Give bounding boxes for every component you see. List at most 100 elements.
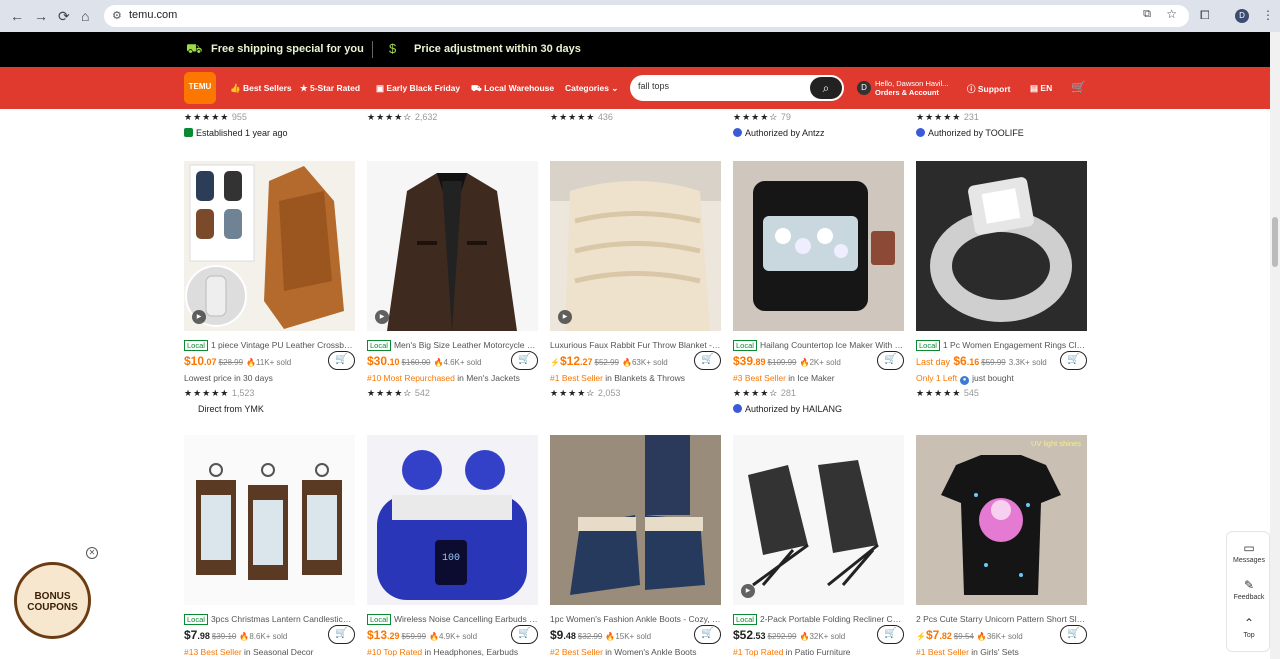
product-price: $7.98 $39.10 🔥8.6K+ sold	[184, 628, 287, 642]
authorized-line[interactable]: Authorized by HAILANG	[733, 404, 842, 414]
product-card[interactable]: 1pc Women's Fashion Ankle Boots - Cozy, …	[550, 435, 721, 657]
product-rank-line[interactable]: #13 Best Seller in Seasonal Decor	[184, 647, 355, 657]
add-to-cart-button[interactable]: 🛒	[694, 625, 721, 644]
site-info-icon[interactable]: ⚙	[112, 9, 122, 22]
add-to-cart-button[interactable]: 🛒	[511, 625, 538, 644]
product-card[interactable]: 100 Local Wireless Noise Cancelling Earbu…	[367, 435, 538, 657]
account-menu[interactable]: Hello, Dawson Havil... Orders & Account	[875, 79, 948, 97]
address-bar[interactable]: ⚙ temu.com ⧉ ☆	[104, 5, 1189, 27]
add-to-cart-button[interactable]: 🛒	[328, 625, 355, 644]
product-rank-line[interactable]: #1 Best Seller in Girls' Sets	[916, 647, 1087, 657]
original-price: $59.99	[401, 632, 427, 641]
product-title[interactable]: Local 1 piece Vintage PU Leather Crossbod…	[184, 340, 355, 351]
search-input[interactable]	[638, 81, 798, 91]
cart-plus-icon: 🛒	[884, 354, 897, 365]
price-main: $13	[367, 628, 388, 642]
scrollbar-thumb[interactable]	[1272, 217, 1278, 267]
free-shipping-text[interactable]: Free shipping special for you	[211, 43, 364, 55]
product-card[interactable]: Local 1 Pc Women Engagement Rings Classic…	[916, 161, 1087, 398]
support-label: Support	[977, 84, 1011, 94]
account-avatar[interactable]: D	[857, 81, 871, 95]
play-video-icon[interactable]: ▶	[558, 310, 572, 324]
product-title[interactable]: Luxurious Faux Rabbit Fur Throw Blanket …	[550, 340, 721, 350]
bonus-coupons-button[interactable]: BONUS COUPONS	[14, 562, 91, 639]
product-image-lanterns[interactable]	[184, 435, 355, 605]
product-rank-line[interactable]: #1 Top Rated in Patio Furniture	[733, 647, 904, 657]
nav-five-star[interactable]: ★ 5-Star Rated	[300, 83, 360, 94]
messages-button[interactable]: ▭ Messages	[1227, 541, 1271, 564]
bookmark-star-icon[interactable]: ☆	[1166, 7, 1177, 21]
store-established-note: Established 1 year ago	[184, 128, 288, 138]
ring-illustration	[916, 161, 1087, 331]
add-to-cart-button[interactable]: 🛒	[694, 351, 721, 370]
profile-avatar[interactable]: D	[1235, 9, 1249, 23]
product-rank-line[interactable]: #1 Best Seller in Blankets & Throws	[550, 373, 721, 383]
support-link[interactable]: ⓘ Support	[967, 83, 1010, 95]
product-title[interactable]: 2 Pcs Cute Starry Unicorn Pattern Short …	[916, 614, 1087, 624]
add-to-cart-button[interactable]: 🛒	[877, 625, 904, 644]
price-cents: .89	[753, 357, 766, 367]
product-title[interactable]: Local 1 Pc Women Engagement Rings Classic	[916, 340, 1087, 351]
product-title[interactable]: Local Hailang Countertop Ice Maker With H…	[733, 340, 904, 351]
nav-best-sellers[interactable]: 👍 Best Sellers	[230, 83, 292, 94]
product-image-leather-jacket[interactable]: ▶	[367, 161, 538, 331]
search-box[interactable]: ⌕	[630, 75, 844, 101]
nav-local-warehouse[interactable]: ⛟ Local Warehouse	[471, 83, 554, 95]
product-card[interactable]: Local Hailang Countertop Ice Maker With H…	[733, 161, 904, 414]
play-video-icon[interactable]: ▶	[741, 584, 755, 598]
rating-count: 79	[780, 112, 791, 122]
product-image-ice-maker[interactable]	[733, 161, 904, 331]
extensions-icon[interactable]: ⧠	[1200, 8, 1210, 23]
product-image-ring[interactable]	[916, 161, 1087, 331]
cart-icon[interactable]: 🛒	[1071, 80, 1086, 94]
scrollbar[interactable]	[1270, 32, 1280, 659]
product-image-earbuds[interactable]: 100	[367, 435, 538, 605]
add-to-cart-button[interactable]: 🛒	[1060, 625, 1087, 644]
blanket-illustration	[550, 161, 721, 331]
back-icon[interactable]: ←	[10, 8, 24, 24]
product-rank-line[interactable]: #10 Most Repurchased in Men's Jackets	[367, 373, 538, 383]
play-video-icon[interactable]: ▶	[375, 310, 389, 324]
product-card[interactable]: UV light shines 2 Pcs Cute Starry Unicor…	[916, 435, 1087, 657]
product-card[interactable]: ▶ Local Men's Big Size Leather Motorcycle…	[367, 161, 538, 398]
play-video-icon[interactable]: ▶	[192, 310, 206, 324]
home-icon[interactable]: ⌂	[81, 8, 89, 24]
product-image-unicorn-set[interactable]: UV light shines	[916, 435, 1087, 605]
language-selector[interactable]: ▤ EN	[1030, 83, 1052, 94]
product-card[interactable]: ▶ Local 2-Pack Portable Folding Recliner …	[733, 435, 904, 657]
product-rank-line[interactable]: #3 Best Seller in Ice Maker	[733, 373, 904, 383]
reload-icon[interactable]: ⟳	[58, 8, 70, 25]
menu-icon[interactable]: ⋮	[1262, 8, 1274, 22]
product-rank-line[interactable]: #2 Best Seller in Women's Ankle Boots	[550, 647, 721, 657]
back-to-top-button[interactable]: ⌃ Top	[1227, 616, 1271, 639]
price-cents: .07	[204, 357, 217, 367]
product-image-crossbody-bag[interactable]: ▶	[184, 161, 355, 331]
product-title[interactable]: Local 3pcs Christmas Lantern Candlestick …	[184, 614, 355, 625]
search-button[interactable]: ⌕	[810, 77, 842, 99]
product-title[interactable]: Local Wireless Noise Cancelling Earbuds w…	[367, 614, 538, 625]
product-title[interactable]: Local Men's Big Size Leather Motorcycle J…	[367, 340, 538, 351]
product-image-recliner-chairs[interactable]: ▶	[733, 435, 904, 605]
nav-early-black-friday[interactable]: ▣ Early Black Friday	[376, 83, 460, 94]
store-line[interactable]: Direct from YMK	[198, 404, 264, 414]
add-to-cart-button[interactable]: 🛒	[1060, 351, 1087, 370]
forward-icon[interactable]: →	[34, 8, 48, 24]
boots-illustration	[550, 435, 721, 605]
add-to-cart-button[interactable]: 🛒	[328, 351, 355, 370]
price-adjust-text[interactable]: Price adjustment within 30 days	[414, 43, 581, 55]
product-image-ankle-boots[interactable]	[550, 435, 721, 605]
add-to-cart-button[interactable]: 🛒	[877, 351, 904, 370]
product-rank-line[interactable]: #10 Top Rated in Headphones, Earbuds	[367, 647, 538, 657]
product-card[interactable]: ▶ Luxurious Faux Rabbit Fur Throw Blanke…	[550, 161, 721, 398]
product-card[interactable]: ▶ Local 1 piece Vintage PU Leather Crossb…	[184, 161, 355, 414]
product-image-fur-blanket[interactable]: ▶	[550, 161, 721, 331]
product-card[interactable]: Local 3pcs Christmas Lantern Candlestick …	[184, 435, 355, 657]
add-to-cart-button[interactable]: 🛒	[511, 351, 538, 370]
nav-categories[interactable]: Categories ⌄	[565, 83, 618, 94]
temu-logo[interactable]: TEMU	[184, 72, 216, 104]
close-icon[interactable]: ✕	[86, 547, 98, 559]
install-icon[interactable]: ⧉	[1143, 8, 1151, 21]
product-title[interactable]: Local 2-Pack Portable Folding Recliner Ch…	[733, 614, 904, 625]
product-title[interactable]: 1pc Women's Fashion Ankle Boots - Cozy, …	[550, 614, 721, 624]
feedback-button[interactable]: ✎ Feedback	[1227, 578, 1271, 601]
